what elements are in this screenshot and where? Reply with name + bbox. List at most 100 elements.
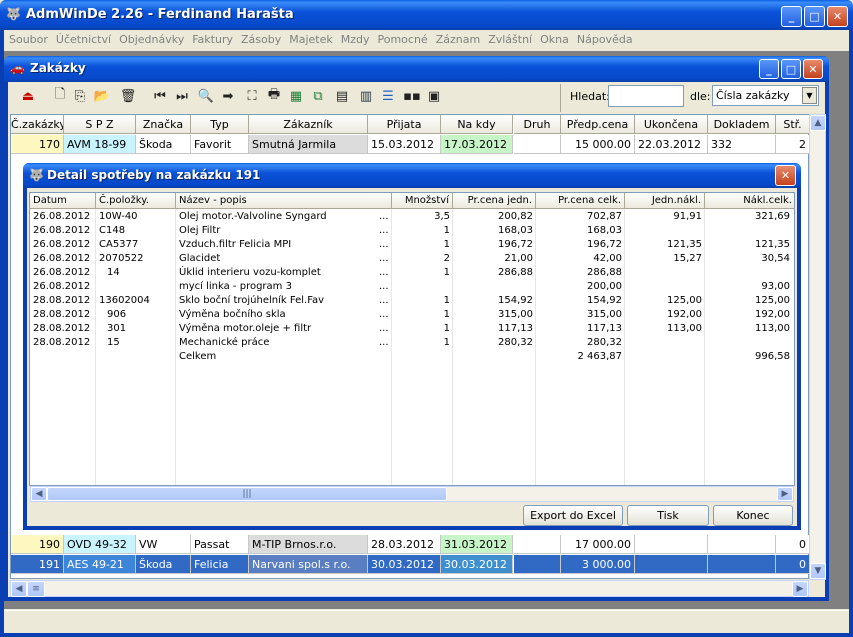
menu-item[interactable]: Zvláštní bbox=[484, 30, 536, 50]
detail-cell: 200,00 bbox=[587, 281, 622, 292]
delete-icon[interactable]: 🗑 bbox=[118, 86, 138, 106]
detail-row[interactable]: 26.08.2012 2070522 Glacidet... 2 21,00 42,00 1… bbox=[30, 252, 794, 266]
copy-icon[interactable]: ⎘ bbox=[70, 86, 90, 106]
search-by-select[interactable]: Čísla zakázky ▼ bbox=[712, 85, 819, 106]
detail-row[interactable]: 26.08.2012 CA5377 Vzduch.filtr Felicia MPI… bbox=[30, 238, 794, 252]
hscroll-thumb[interactable]: ≡ bbox=[27, 581, 45, 597]
table-cell: Škoda bbox=[136, 555, 191, 574]
list-icon[interactable]: ▣ bbox=[424, 86, 444, 106]
child-titlebar: 🚗 Zakázky _ □ ✕ bbox=[4, 56, 829, 82]
column-header[interactable]: Stř. bbox=[776, 115, 810, 134]
detail-column-header[interactable]: Název - popis bbox=[176, 193, 392, 209]
detail-column-header[interactable]: Datum bbox=[30, 193, 96, 209]
column-header[interactable]: Na kdy bbox=[441, 115, 513, 134]
column-header[interactable]: Dokladem bbox=[708, 115, 776, 134]
dialog-titlebar: 🐺 Detail spotřeby na zakázku 191 ✕ bbox=[23, 163, 801, 188]
car-icon: 🚗 bbox=[10, 61, 25, 75]
scroll-right-icon[interactable]: ▶ bbox=[792, 581, 808, 597]
menu-item[interactable]: Záznam bbox=[432, 30, 484, 50]
table-cell: 30.03.2012 bbox=[368, 555, 441, 574]
document-icon[interactable]: ▤ bbox=[332, 86, 352, 106]
column-header[interactable]: Č.zakázky bbox=[11, 115, 64, 134]
table-cell: 170 bbox=[11, 135, 64, 154]
menu-item[interactable]: Pomocné bbox=[374, 30, 432, 50]
new-icon[interactable]: 🗋 bbox=[50, 86, 70, 106]
grid-hscroll[interactable] bbox=[10, 580, 809, 597]
menu-item[interactable]: Soubor bbox=[5, 30, 52, 50]
minimize-button[interactable]: _ bbox=[781, 6, 802, 27]
scroll-left-icon[interactable]: ◀ bbox=[11, 581, 27, 597]
detail-row[interactable]: 28.08.2012 15 Mechanické práce... 1 280,32 28… bbox=[30, 336, 794, 350]
export-icon[interactable]: ⧉ bbox=[308, 86, 328, 106]
chevron-down-icon[interactable]: ▼ bbox=[802, 87, 817, 104]
close-dialog-button[interactable]: Konec bbox=[713, 505, 793, 526]
detail-column-header[interactable]: Č.položky. bbox=[96, 193, 176, 209]
menu-item[interactable]: Mzdy bbox=[337, 30, 374, 50]
scroll-up-icon[interactable]: ▲ bbox=[810, 115, 826, 131]
print-icon[interactable]: 🖶 bbox=[264, 86, 284, 106]
menu-item[interactable]: Zásoby bbox=[237, 30, 285, 50]
detail-column-header[interactable]: Pr.cena celk. bbox=[536, 193, 625, 209]
search-icon[interactable]: 🔍 bbox=[196, 86, 216, 106]
detail-row[interactable]: Celkem 2 463,87 996,58 bbox=[30, 350, 794, 364]
detail-row[interactable]: 26.08.2012 10W-40 Olej motor.-Valvoline Sy… bbox=[30, 210, 794, 224]
detail-cell: 702,87 bbox=[587, 211, 622, 222]
column-header[interactable]: Druh bbox=[514, 115, 561, 134]
column-header[interactable]: Zákazník bbox=[249, 115, 368, 134]
exit-icon[interactable]: ⏏ bbox=[18, 86, 38, 106]
detail-row[interactable]: 26.08.2012 C148 Olej Filtr... 1 168,03 168,03 bbox=[30, 224, 794, 238]
tree-icon[interactable]: ☰ bbox=[378, 86, 398, 106]
detail-cell: 28.08.2012 bbox=[33, 309, 91, 320]
excel-icon[interactable]: ▦ bbox=[286, 86, 306, 106]
detail-cell: 117,13 bbox=[498, 323, 533, 334]
detail-cell bbox=[456, 280, 533, 294]
forward-icon[interactable]: ➡ bbox=[218, 86, 238, 106]
detail-row[interactable]: 26.08.2012 mycí linka - program 3... 200,0… bbox=[30, 280, 794, 294]
menu-item[interactable]: Majetek bbox=[285, 30, 337, 50]
detail-hscroll-thumb[interactable]: ||| bbox=[47, 487, 447, 501]
menu-item[interactable]: Okna bbox=[536, 30, 573, 50]
detail-scroll-right-icon[interactable]: ▶ bbox=[777, 487, 793, 501]
maximize-button[interactable]: □ bbox=[804, 6, 825, 27]
detail-column-header[interactable]: Množství bbox=[392, 193, 453, 209]
search-input[interactable] bbox=[608, 85, 684, 107]
column-header[interactable]: Přijata bbox=[368, 115, 441, 134]
table-cell: 0 bbox=[776, 535, 810, 554]
menu-item[interactable]: Objednávky bbox=[115, 30, 188, 50]
table-row[interactable]: 170 AVM 18-99 Škoda Favorit Smutná Jarmila 15… bbox=[11, 135, 810, 154]
export-excel-button[interactable]: Export do Excel bbox=[523, 505, 623, 526]
child-close-button[interactable]: ✕ bbox=[803, 59, 823, 79]
first-record-icon[interactable]: ⏮ bbox=[150, 86, 170, 106]
grid-icon[interactable]: ▪▪ bbox=[402, 86, 422, 106]
column-header[interactable]: Ukončena bbox=[635, 115, 708, 134]
menu-item[interactable]: Nápověda bbox=[573, 30, 637, 50]
menu-item[interactable]: Účetnictví bbox=[52, 30, 115, 50]
menu-item[interactable]: Faktury bbox=[188, 30, 237, 50]
detail-cell: Vzduch.filtr Felicia MPI bbox=[179, 239, 292, 250]
dialog-close-button[interactable]: ✕ bbox=[775, 165, 796, 186]
column-header[interactable]: Značka bbox=[136, 115, 191, 134]
select-icon[interactable]: ⛶ bbox=[242, 86, 262, 106]
detail-row[interactable]: 28.08.2012 13602004 Sklo boční trojúhelník… bbox=[30, 294, 794, 308]
grid-vscroll[interactable] bbox=[809, 114, 826, 580]
detail-column-header[interactable]: Nákl.celk. bbox=[705, 193, 794, 209]
column-header[interactable]: S P Z bbox=[64, 115, 136, 134]
detail-row[interactable]: 26.08.2012 14 Úklid interieru vozu-komplet… bbox=[30, 266, 794, 280]
detail-column-header[interactable]: Pr.cena jedn. bbox=[453, 193, 536, 209]
column-header[interactable]: Předp.cena bbox=[561, 115, 635, 134]
open-icon[interactable]: 📂 bbox=[92, 86, 112, 106]
detail-row[interactable]: 28.08.2012 301 Výměna motor.oleje + filtr.… bbox=[30, 322, 794, 336]
detail-scroll-left-icon[interactable]: ◀ bbox=[31, 487, 47, 501]
detail-row[interactable]: 28.08.2012 906 Výměna bočního skla... 1 315,… bbox=[30, 308, 794, 322]
child-minimize-button[interactable]: _ bbox=[759, 59, 779, 79]
column-header[interactable]: Typ bbox=[191, 115, 249, 134]
last-record-icon[interactable]: ⏭ bbox=[172, 86, 192, 106]
print-button[interactable]: Tisk bbox=[627, 505, 709, 526]
chart-icon[interactable]: ▥ bbox=[356, 86, 376, 106]
table-row[interactable]: 191 AES 49-21 Škoda Felicia Narvani spol.s r… bbox=[11, 555, 810, 574]
close-button[interactable]: ✕ bbox=[827, 6, 848, 27]
child-maximize-button[interactable]: □ bbox=[781, 59, 801, 79]
scroll-down-icon[interactable]: ▼ bbox=[810, 563, 826, 579]
detail-column-header[interactable]: Jedn.nákl. bbox=[625, 193, 705, 209]
table-row[interactable]: 190 OVD 49-32 VW Passat M-TIP Brnos.r.o. 28.0… bbox=[11, 535, 810, 554]
